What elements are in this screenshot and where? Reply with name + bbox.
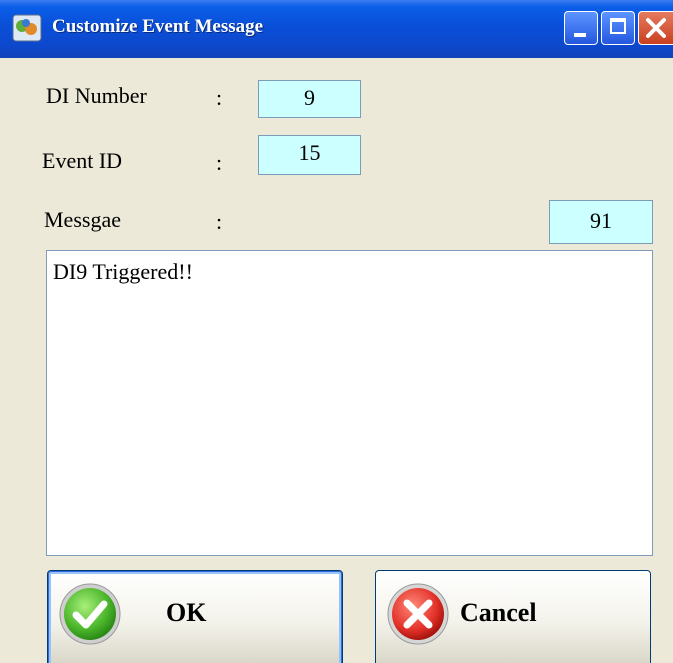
ok-button[interactable]: OK — [47, 570, 343, 663]
check-icon — [59, 583, 121, 645]
message-textarea[interactable]: DI9 Triggered!! — [46, 250, 653, 556]
dialog-window: Customize Event Message DI Number : 9 Ev… — [0, 0, 673, 663]
minimize-button[interactable] — [564, 11, 598, 45]
event-id-field[interactable]: 15 — [258, 135, 361, 175]
x-icon — [387, 583, 449, 645]
event-id-label: Event ID — [42, 148, 123, 173]
ok-button-label: OK — [166, 598, 207, 627]
di-number-label: DI Number — [46, 83, 147, 108]
title-bar[interactable]: Customize Event Message — [0, 0, 673, 58]
di-number-field[interactable]: 9 — [258, 80, 361, 118]
close-button[interactable] — [638, 11, 673, 45]
window-title: Customize Event Message — [52, 16, 264, 37]
message-label: Messgae — [44, 207, 121, 232]
app-icon — [12, 14, 42, 42]
maximize-button[interactable] — [601, 11, 635, 45]
close-icon — [646, 18, 666, 38]
minimize-icon — [574, 33, 586, 37]
message-colon: : — [216, 209, 223, 234]
message-length-field: 91 — [549, 200, 653, 244]
di-number-colon: : — [216, 85, 223, 110]
event-id-colon: : — [216, 150, 223, 175]
cancel-button-label: Cancel — [460, 598, 537, 627]
maximize-icon — [610, 18, 626, 34]
cancel-button[interactable]: Cancel — [375, 570, 651, 663]
